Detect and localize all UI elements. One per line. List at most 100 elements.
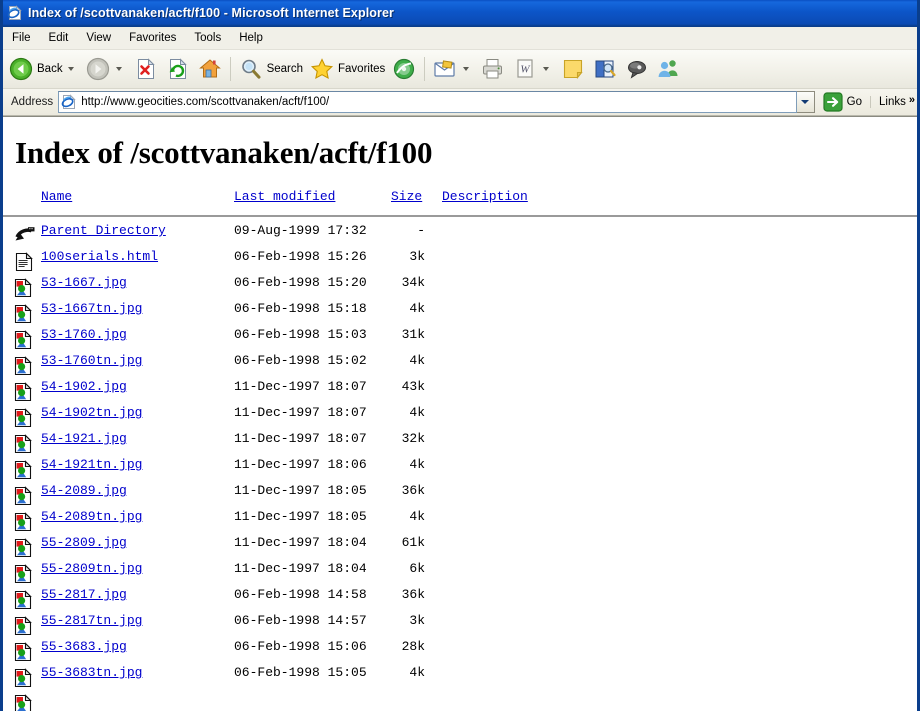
links-button[interactable]: Links » <box>870 95 915 108</box>
file-link[interactable]: 54-1921.jpg <box>41 431 127 446</box>
mail-icon <box>432 56 458 82</box>
page-content: Index of /scottvanaken/acft/f100 Name La… <box>3 116 917 711</box>
back-dropdown-icon[interactable] <box>67 67 74 71</box>
file-link[interactable]: 54-2089.jpg <box>41 483 127 498</box>
last-modified-cell: 06-Feb-1998 15:05 <box>234 665 367 680</box>
print-button[interactable] <box>477 53 509 85</box>
table-row: 55-2817.jpg 06-Feb-1998 14:58 36k <box>3 587 917 613</box>
menu-item-tools[interactable]: Tools <box>185 30 230 46</box>
image-file-icon <box>14 694 34 711</box>
chevron-down-icon <box>801 100 810 104</box>
edit-button[interactable]: W <box>509 53 557 85</box>
image-file-icon <box>14 642 34 662</box>
last-modified-cell: 11-Dec-1997 18:07 <box>234 431 367 446</box>
search-button[interactable]: Search <box>235 53 306 85</box>
table-row: 53-1760.jpg 06-Feb-1998 15:03 31k <box>3 327 917 353</box>
messenger-icon <box>656 56 682 82</box>
menu-item-favorites[interactable]: Favorites <box>120 30 185 46</box>
address-url: http://www.geocities.com/scottvanaken/ac… <box>81 96 330 108</box>
size-cell: 4k <box>409 509 425 524</box>
table-row: 55-2809.jpg 11-Dec-1997 18:04 61k <box>3 535 917 561</box>
image-file-icon <box>14 668 34 688</box>
image-file-icon <box>14 382 34 402</box>
mail-button[interactable] <box>429 53 477 85</box>
file-name-cell: 53-1760tn.jpg <box>41 353 142 368</box>
menu-item-help[interactable]: Help <box>230 30 272 46</box>
favorites-button[interactable]: Favorites <box>306 53 388 85</box>
media-button[interactable] <box>388 53 420 85</box>
file-link[interactable]: 53-1760.jpg <box>41 327 127 342</box>
file-link[interactable]: 53-1760tn.jpg <box>41 353 142 368</box>
last-modified-cell: 06-Feb-1998 15:26 <box>234 249 367 264</box>
column-header-last-modified[interactable]: Last modified <box>234 189 335 204</box>
chevron-double-right-icon[interactable]: » <box>909 95 915 106</box>
file-link[interactable]: Parent Directory <box>41 223 166 238</box>
notes-icon <box>560 56 586 82</box>
ie-page-icon <box>61 94 77 110</box>
table-row: Parent Directory 09-Aug-1999 17:32 - <box>3 223 917 249</box>
file-name-cell: Parent Directory <box>41 223 166 238</box>
file-link[interactable]: 55-2809.jpg <box>41 535 127 550</box>
browser-window: Index of /scottvanaken/acft/f100 - Micro… <box>0 0 920 711</box>
file-link[interactable]: 55-2817tn.jpg <box>41 613 142 628</box>
search-icon <box>238 56 264 82</box>
back-button[interactable]: Back <box>5 53 82 85</box>
file-name-cell: 54-1921.jpg <box>41 431 127 446</box>
size-cell: 31k <box>401 327 425 342</box>
last-modified-cell: 11-Dec-1997 18:07 <box>234 379 367 394</box>
last-modified-cell: 09-Aug-1999 17:32 <box>234 223 367 238</box>
header-divider <box>3 215 917 217</box>
parent-directory-icon <box>14 226 35 246</box>
column-header-size[interactable]: Size <box>391 189 422 204</box>
links-label: Links <box>879 96 906 108</box>
file-link[interactable]: 53-1667tn.jpg <box>41 301 142 316</box>
address-input[interactable]: http://www.geocities.com/scottvanaken/ac… <box>58 91 797 113</box>
size-cell: 36k <box>401 587 425 602</box>
forward-button[interactable] <box>82 53 130 85</box>
messenger-button[interactable] <box>653 53 685 85</box>
search-label: Search <box>266 63 304 75</box>
go-label: Go <box>846 96 863 108</box>
column-header-name[interactable]: Name <box>41 189 72 204</box>
file-link[interactable]: 54-1921tn.jpg <box>41 457 142 472</box>
refresh-button[interactable] <box>162 53 194 85</box>
notes-button[interactable] <box>557 53 589 85</box>
edit-dropdown-icon[interactable] <box>543 67 550 71</box>
listing-rows: Parent Directory 09-Aug-1999 17:32 - 100ser… <box>3 223 917 711</box>
home-button[interactable] <box>194 53 226 85</box>
toolbar-separator-2 <box>424 57 426 81</box>
table-row: 53-1760tn.jpg 06-Feb-1998 15:02 4k <box>3 353 917 379</box>
favorites-label: Favorites <box>338 63 386 75</box>
file-link[interactable]: 100serials.html <box>41 249 158 264</box>
discuss-button[interactable] <box>621 53 653 85</box>
menu-item-edit[interactable]: Edit <box>40 30 78 46</box>
forward-arrow-icon <box>85 56 111 82</box>
mail-dropdown-icon[interactable] <box>463 67 470 71</box>
stop-button[interactable] <box>130 53 162 85</box>
print-icon <box>480 56 506 82</box>
file-link[interactable]: 54-1902.jpg <box>41 379 127 394</box>
file-name-cell: 55-2817tn.jpg <box>41 613 142 628</box>
menu-item-view[interactable]: View <box>77 30 120 46</box>
back-label: Back <box>37 63 63 75</box>
column-header-description[interactable]: Description <box>442 189 528 204</box>
media-icon <box>391 56 417 82</box>
back-arrow-icon <box>8 56 34 82</box>
file-name-cell: 54-1902tn.jpg <box>41 405 142 420</box>
file-name-cell: 55-3683.jpg <box>41 639 127 654</box>
file-link[interactable]: 55-3683.jpg <box>41 639 127 654</box>
file-link[interactable]: 54-1902tn.jpg <box>41 405 142 420</box>
table-row <box>3 691 917 711</box>
file-link[interactable]: 55-2817.jpg <box>41 587 127 602</box>
table-row: 54-1902tn.jpg 11-Dec-1997 18:07 4k <box>3 405 917 431</box>
file-link[interactable]: 54-2089tn.jpg <box>41 509 142 524</box>
file-link[interactable]: 55-2809tn.jpg <box>41 561 142 576</box>
research-button[interactable] <box>589 53 621 85</box>
menu-item-file[interactable]: File <box>3 30 40 46</box>
last-modified-cell: 11-Dec-1997 18:05 <box>234 483 367 498</box>
forward-dropdown-icon[interactable] <box>115 67 122 71</box>
address-dropdown-button[interactable] <box>796 91 815 113</box>
file-link[interactable]: 53-1667.jpg <box>41 275 127 290</box>
file-link[interactable]: 55-3683tn.jpg <box>41 665 142 680</box>
go-button[interactable]: Go <box>822 91 862 113</box>
